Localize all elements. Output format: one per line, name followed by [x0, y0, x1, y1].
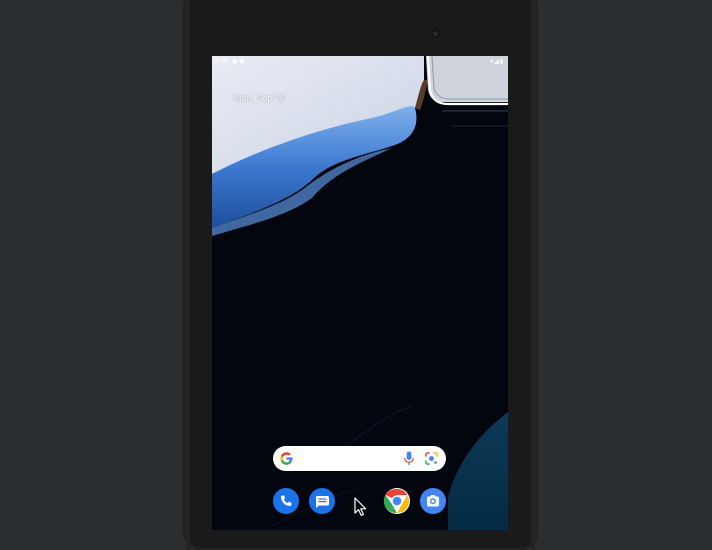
mouse-pointer-icon: [354, 497, 367, 516]
device-right-edge: [531, 0, 535, 550]
notification-icons: ▣ ◉: [232, 59, 245, 65]
phone-app-icon[interactable]: [273, 488, 299, 514]
chrome-app-icon[interactable]: [384, 488, 410, 514]
signal-battery-icons: ▾◢▮: [490, 59, 504, 65]
device-screen[interactable]: 9:05 ▣ ◉ ▾◢▮ Mon, Sep 26: [212, 56, 508, 530]
front-camera: [431, 29, 440, 38]
date-widget[interactable]: Mon, Sep 26: [234, 93, 285, 103]
camera-app-icon[interactable]: [420, 488, 446, 514]
status-bar: 9:05 ▣ ◉ ▾◢▮: [212, 56, 508, 68]
google-search-bar[interactable]: [273, 446, 446, 471]
google-lens-icon[interactable]: [424, 451, 439, 466]
google-g-icon: [280, 452, 293, 465]
microphone-icon[interactable]: [403, 451, 415, 466]
device-left-edge: [186, 0, 190, 550]
status-time: 9:05: [215, 58, 229, 65]
messages-app-icon[interactable]: [309, 488, 335, 514]
